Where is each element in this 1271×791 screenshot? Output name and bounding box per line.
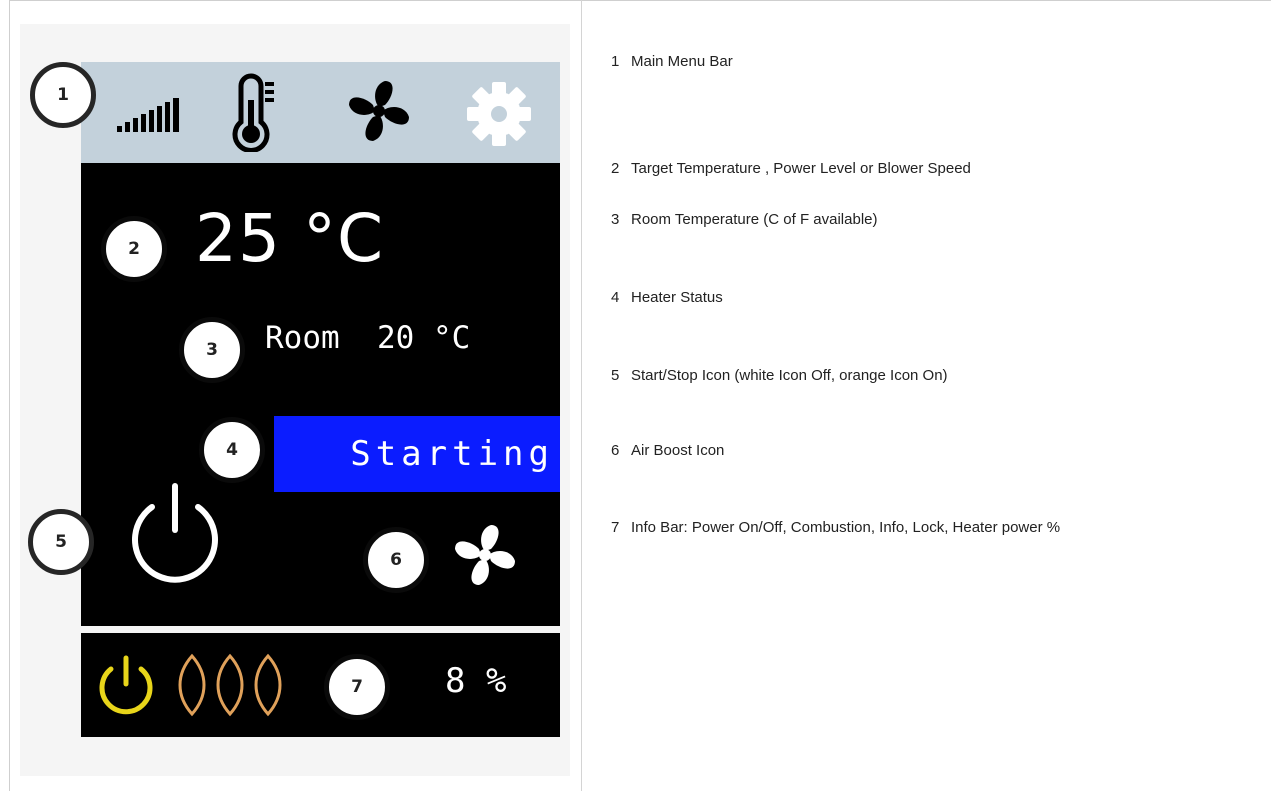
legend-number: 6 (611, 442, 620, 459)
power-icon[interactable] (122, 480, 228, 586)
thermometer-icon[interactable] (232, 72, 282, 152)
legend-text: Air Boost Icon (631, 442, 725, 459)
callout-5: 5 (28, 509, 94, 575)
air-boost-fan-icon[interactable] (452, 522, 518, 588)
legend-text: Room Temperature (C of F available) (631, 211, 878, 228)
legend-number: 1 (611, 53, 620, 70)
legend-text: Heater Status (631, 289, 723, 306)
info-power-icon (99, 655, 153, 715)
heater-status: Starting (274, 416, 560, 492)
legend-item: 2 Target Temperature , Power Level or Blo… (611, 160, 1261, 177)
legend-text: Target Temperature , Power Level or Blow… (631, 160, 971, 177)
target-temperature[interactable]: 25 °C (195, 206, 384, 272)
combustion-icon (178, 653, 282, 717)
room-temperature: Room 20 °C (265, 320, 471, 356)
legend-number: 2 (611, 160, 620, 177)
callout-2: 2 (101, 216, 167, 282)
legend-item: 3 Room Temperature (C of F available) (611, 211, 1261, 228)
heater-power-percent: 8 % (445, 661, 507, 701)
legend-item: 6 Air Boost Icon (611, 442, 1261, 459)
column-divider (581, 0, 582, 791)
legend-number: 3 (611, 211, 620, 228)
legend-number: 4 (611, 289, 620, 306)
callout-6: 6 (363, 527, 429, 593)
legend-item: 5 Start/Stop Icon (white Icon Off, orange… (611, 367, 1261, 384)
callout-1: 1 (30, 62, 96, 128)
legend-number: 7 (611, 519, 620, 536)
gear-icon[interactable] (465, 80, 533, 148)
legend-item: 1 Main Menu Bar (611, 53, 1261, 70)
power-level-icon[interactable] (115, 90, 187, 134)
legend-text: Start/Stop Icon (white Icon Off, orange … (631, 367, 948, 384)
legend-item: 4 Heater Status (611, 289, 1261, 306)
callout-7: 7 (324, 654, 390, 720)
legend-text: Main Menu Bar (631, 53, 733, 70)
callout-4: 4 (199, 417, 265, 483)
legend-number: 5 (611, 367, 620, 384)
fan-icon[interactable] (346, 78, 412, 144)
callout-3: 3 (179, 317, 245, 383)
legend-item: 7 Info Bar: Power On/Off, Combustion, Inf… (611, 519, 1261, 536)
legend-text: Info Bar: Power On/Off, Combustion, Info… (631, 519, 1061, 536)
